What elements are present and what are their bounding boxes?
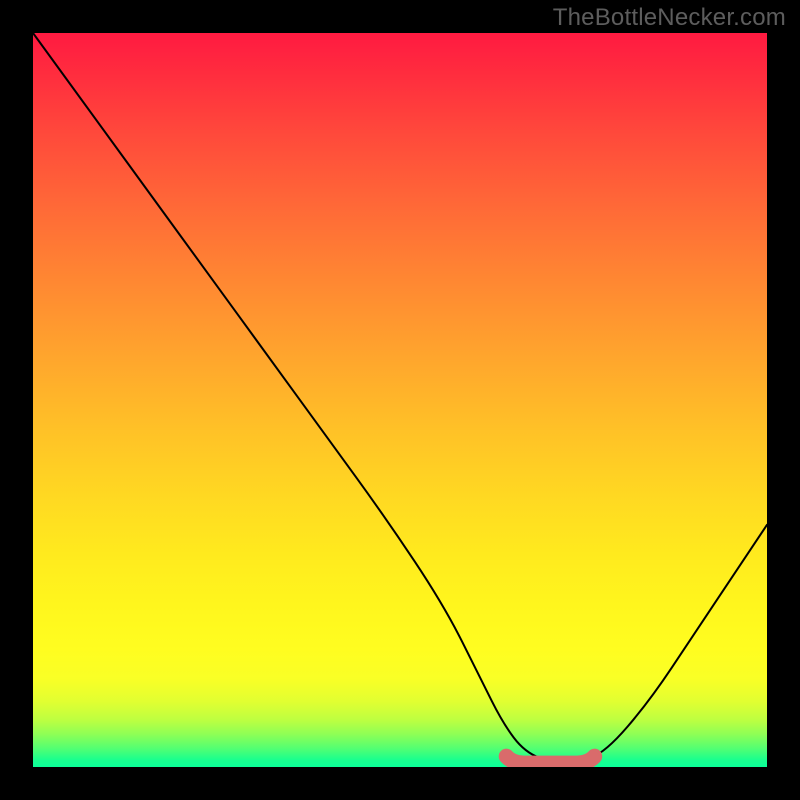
plot-area xyxy=(33,33,767,767)
chart-frame: TheBottleNecker.com xyxy=(0,0,800,800)
watermark-text: TheBottleNecker.com xyxy=(553,4,786,32)
trough-marker xyxy=(506,756,594,763)
curve-layer xyxy=(33,33,767,767)
bottleneck-curve xyxy=(33,33,767,763)
